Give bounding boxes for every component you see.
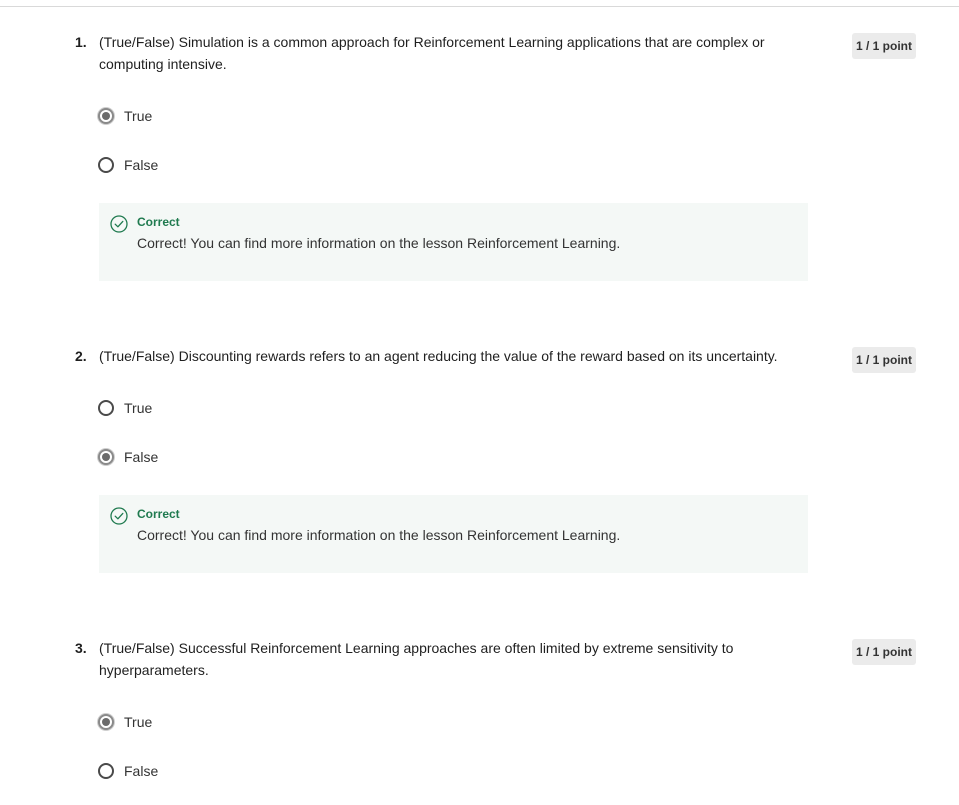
option-false[interactable]: False [98, 447, 158, 467]
option-false[interactable]: False [98, 155, 158, 175]
question-number: 2. [75, 348, 87, 364]
check-circle-icon [110, 215, 128, 233]
question-text: (True/False) Simulation is a common appr… [99, 34, 765, 72]
radio-button[interactable] [98, 449, 114, 465]
question-number: 3. [75, 640, 87, 656]
points-badge: 1 / 1 point [852, 639, 917, 665]
radio-button[interactable] [98, 714, 114, 730]
option-label: True [124, 400, 153, 416]
option-true[interactable]: True [98, 712, 152, 732]
radio-button[interactable] [98, 157, 114, 173]
option-true[interactable]: True [98, 398, 152, 418]
feedback-text: Correct! You can find more information o… [137, 527, 621, 543]
option-true[interactable]: True [98, 106, 152, 126]
radio-button[interactable] [98, 763, 114, 779]
check-circle-icon [110, 507, 128, 525]
feedback-title: Correct [137, 507, 180, 521]
feedback-box: Correct Correct! You can find more infor… [99, 203, 808, 281]
question-number: 1. [75, 34, 87, 50]
points-badge: 1 / 1 point [852, 347, 917, 373]
radio-button[interactable] [98, 400, 114, 416]
option-label: False [124, 763, 159, 779]
option-label: True [124, 714, 153, 730]
feedback-title: Correct [137, 215, 180, 229]
points-badge: 1 / 1 point [852, 33, 917, 59]
question-text: (True/False) Successful Reinforcement Le… [99, 640, 734, 678]
option-label: False [124, 449, 159, 465]
top-divider [0, 0, 959, 7]
feedback-text: Correct! You can find more information o… [137, 235, 621, 251]
option-label: True [124, 108, 153, 124]
option-label: False [124, 157, 159, 173]
question-text: (True/False) Discounting rewards refers … [99, 348, 778, 364]
feedback-box: Correct Correct! You can find more infor… [99, 495, 808, 573]
option-false[interactable]: False [98, 761, 158, 781]
radio-button[interactable] [98, 108, 114, 124]
